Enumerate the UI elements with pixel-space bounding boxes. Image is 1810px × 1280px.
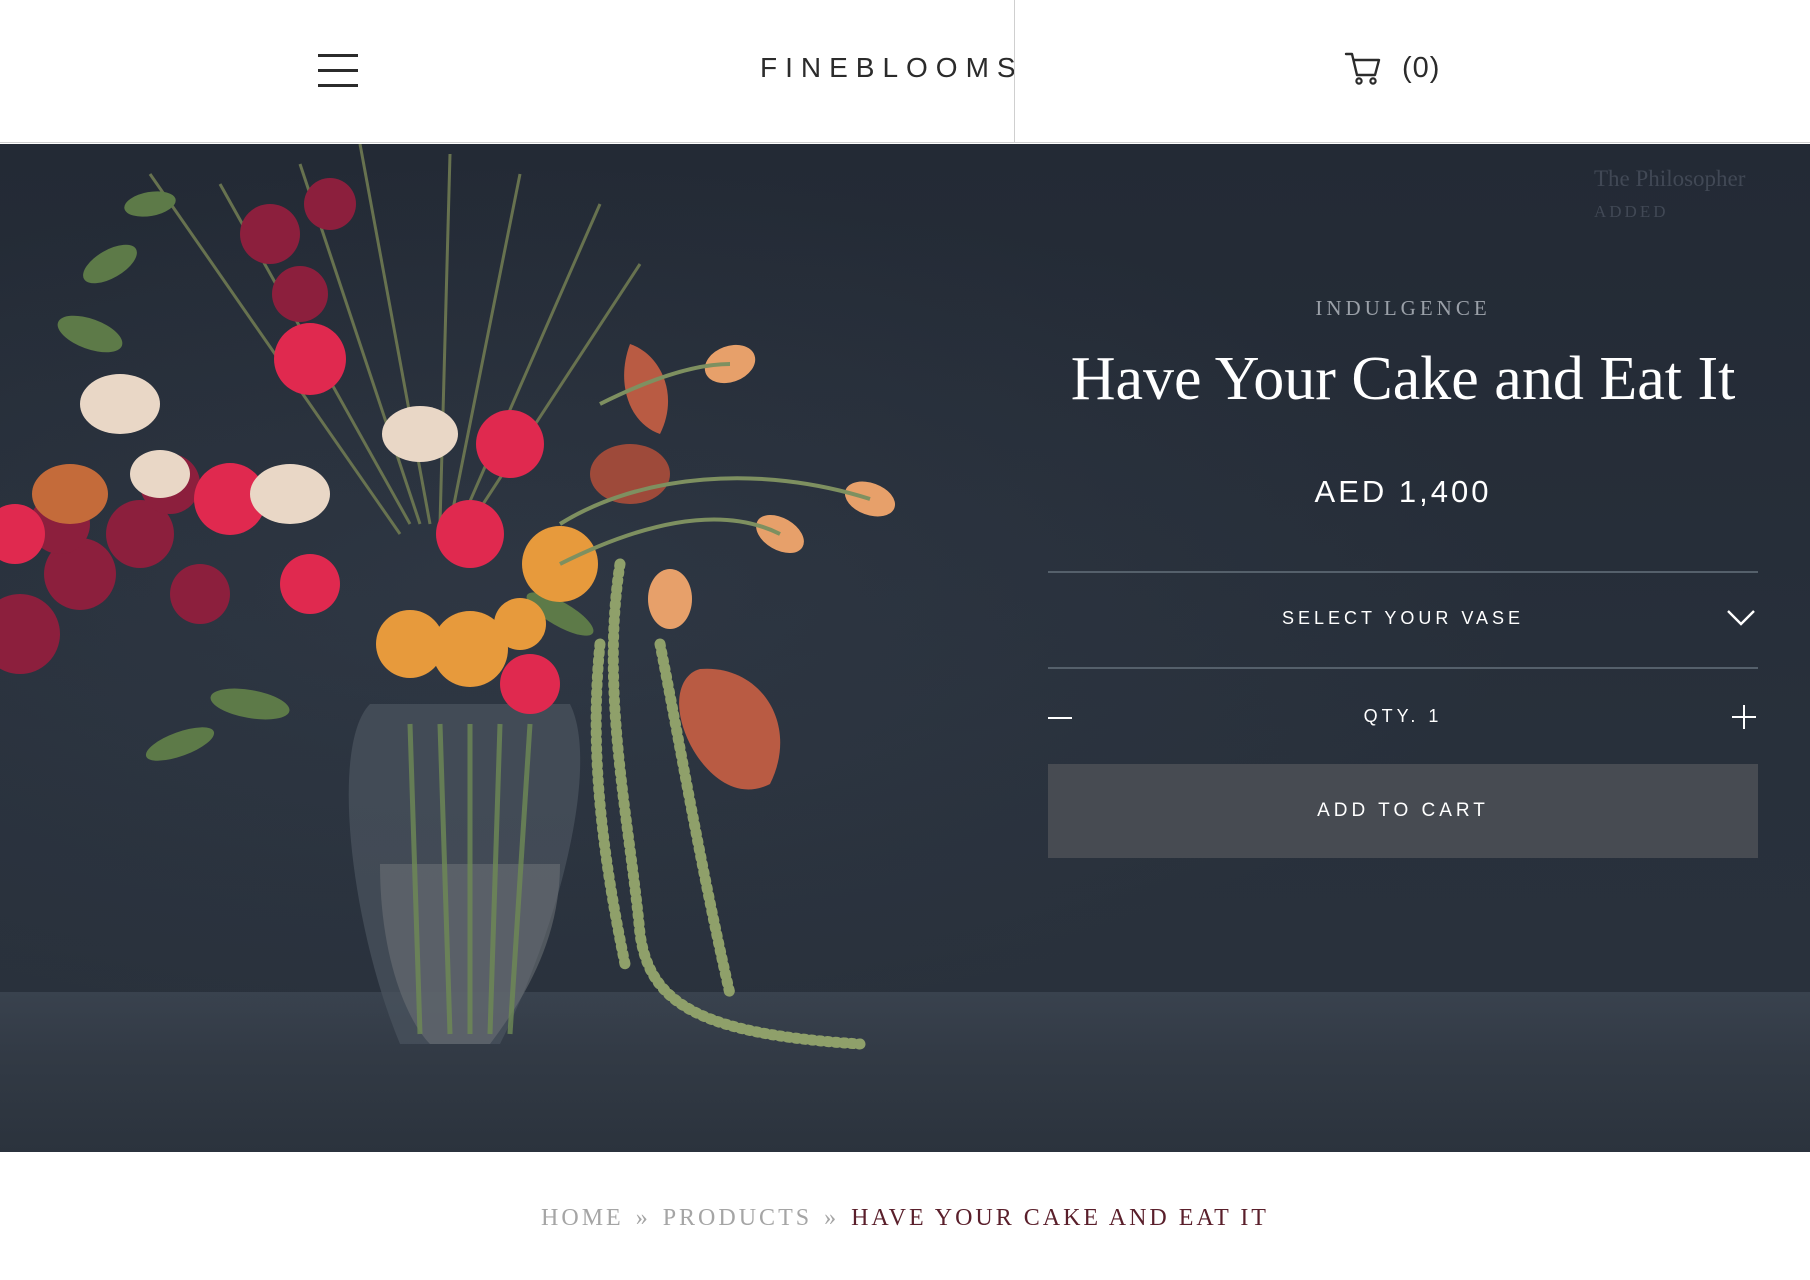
product-title: Have Your Cake and Eat It	[1070, 345, 1736, 413]
bouquet-image	[0, 144, 896, 1050]
site-header: FINEBLOOMS (0)	[0, 0, 1810, 143]
add-to-cart-button[interactable]: ADD TO CART	[1048, 764, 1758, 858]
breadcrumb-products[interactable]: PRODUCTS	[663, 1205, 812, 1231]
breadcrumb-separator: »	[824, 1205, 840, 1231]
divider	[1048, 667, 1758, 669]
vase-select-label: SELECT YOUR VASE	[1281, 608, 1525, 628]
divider	[1048, 571, 1758, 573]
product-category: INDULGENCE	[1315, 296, 1491, 320]
cart-button[interactable]: (0)	[1344, 48, 1440, 88]
cart-icon	[1344, 52, 1381, 85]
product-price: AED 1,400	[1314, 474, 1492, 509]
breadcrumb-separator: »	[635, 1205, 651, 1231]
breadcrumb-home[interactable]: HOME	[541, 1205, 624, 1231]
minus-icon[interactable]	[1048, 708, 1074, 728]
toast-status: ADDED	[1594, 202, 1669, 221]
hamburger-icon[interactable]	[318, 54, 358, 88]
toast-title: The Philosopher	[1594, 166, 1746, 191]
breadcrumb: HOME » PRODUCTS » HAVE YOUR CAKE AND EAT IT	[0, 1205, 1810, 1232]
product-hero: The Philosopher ADDED INDULGENCE Have Yo…	[0, 144, 1810, 1152]
vase-select[interactable]: SELECT YOUR VASE	[1048, 574, 1758, 666]
added-to-cart-toast: The Philosopher ADDED	[1594, 166, 1745, 222]
cart-count: (0)	[1402, 51, 1441, 84]
header-divider	[1014, 0, 1015, 143]
plus-icon[interactable]	[1732, 704, 1758, 730]
breadcrumb-current: HAVE YOUR CAKE AND EAT IT	[851, 1205, 1269, 1231]
site-logo[interactable]: FINEBLOOMS	[760, 52, 1024, 84]
chevron-down-icon	[1727, 610, 1755, 626]
quantity-stepper: QTY. 1	[1048, 671, 1758, 765]
quantity-label: QTY. 1	[1363, 706, 1443, 726]
